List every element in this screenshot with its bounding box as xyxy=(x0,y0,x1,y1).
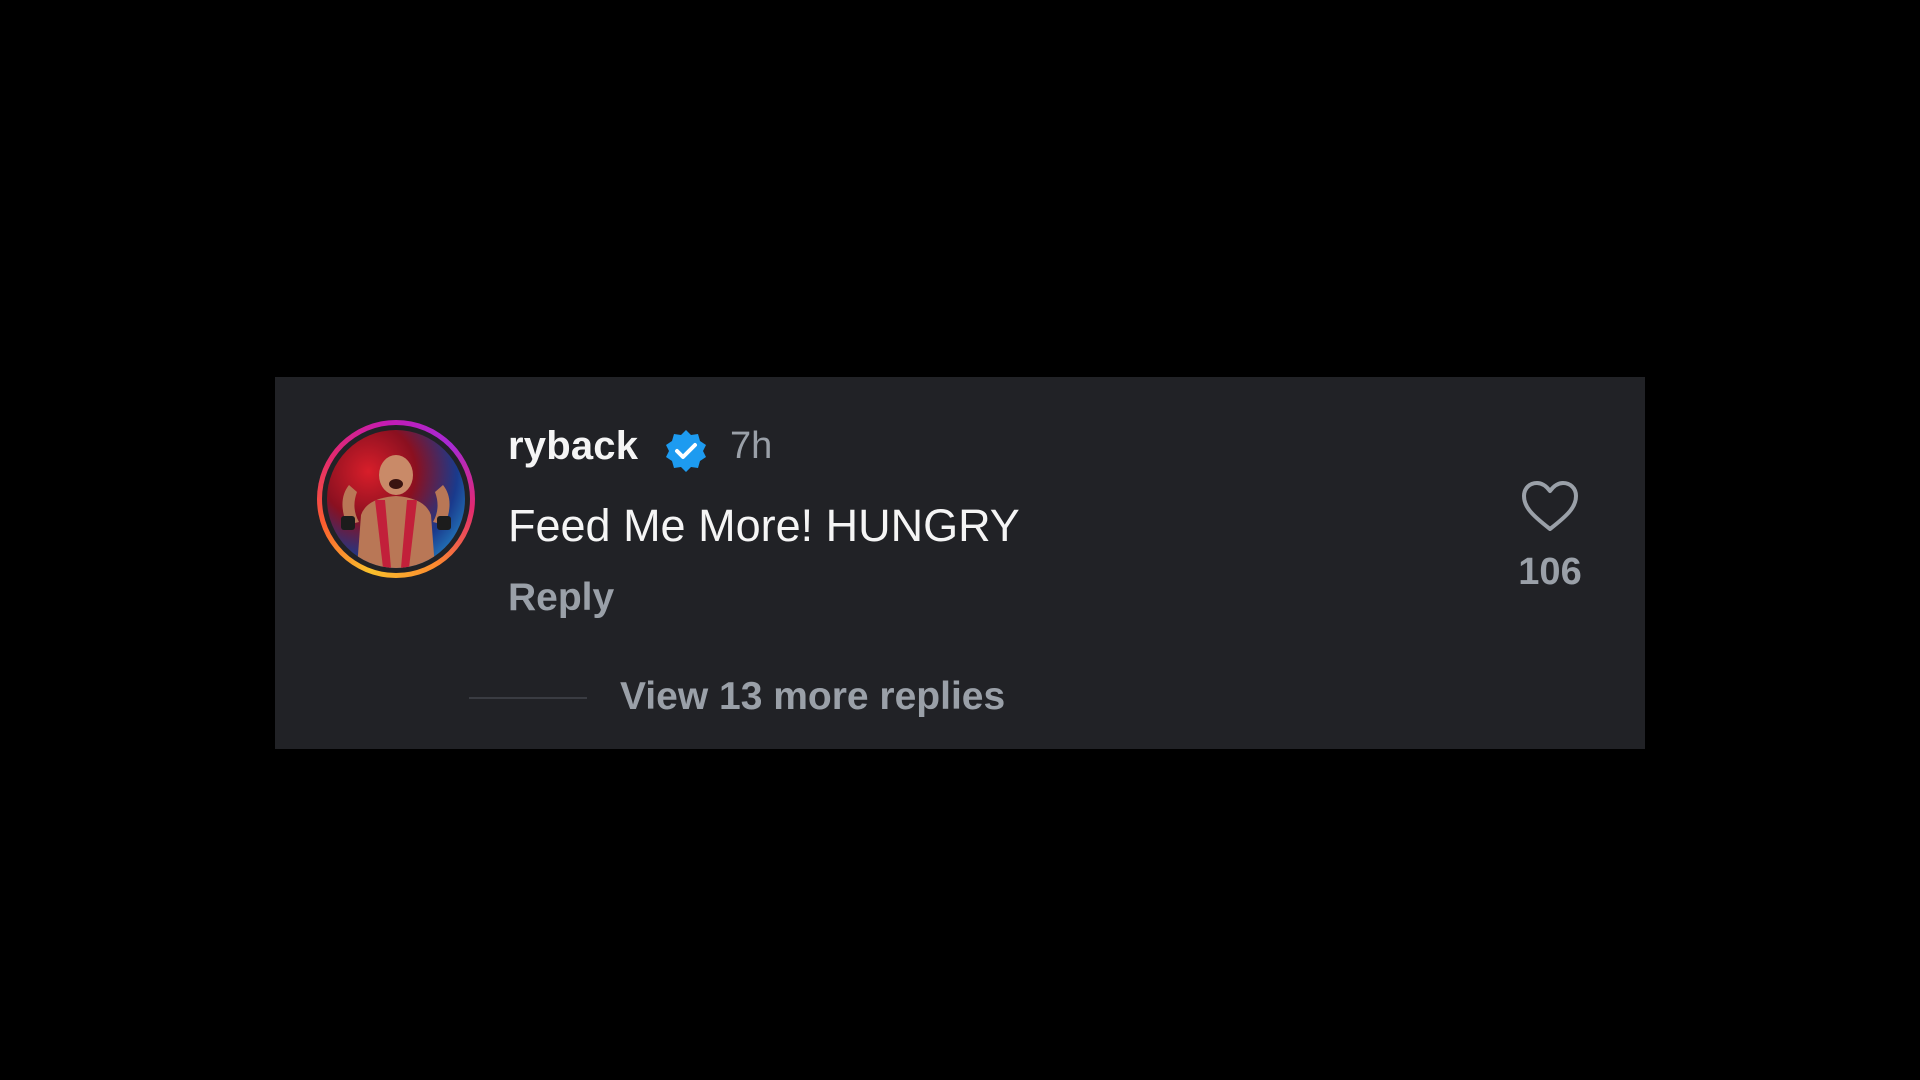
view-more-replies-button[interactable]: View 13 more replies xyxy=(620,675,1005,719)
replies-divider xyxy=(469,697,587,699)
like-count: 106 xyxy=(1518,551,1582,593)
username[interactable]: ryback xyxy=(508,424,638,469)
heart-outline-icon[interactable] xyxy=(1520,479,1580,535)
comment-card: ryback 7h Feed Me More! HUNGRY Reply 106… xyxy=(275,377,1645,749)
comment-text: Feed Me More! HUNGRY xyxy=(508,500,1020,551)
avatar[interactable] xyxy=(317,420,475,578)
timestamp: 7h xyxy=(730,425,773,467)
reply-button[interactable]: Reply xyxy=(508,576,614,620)
avatar-image xyxy=(327,430,465,568)
verified-badge-icon xyxy=(663,428,709,474)
